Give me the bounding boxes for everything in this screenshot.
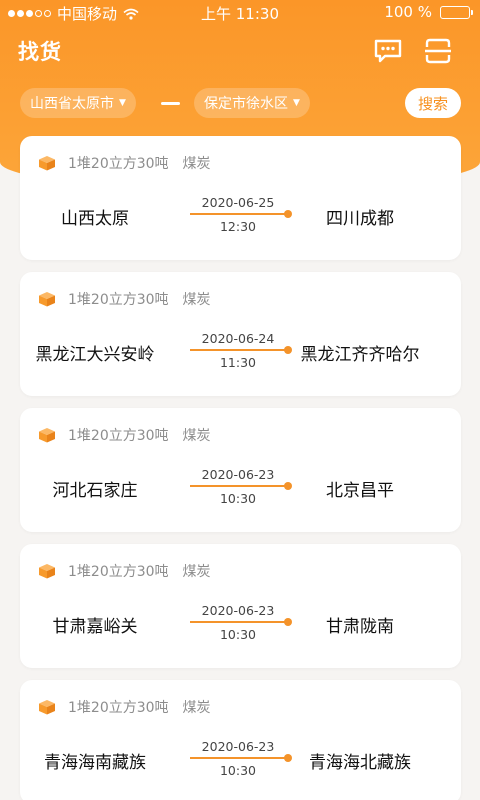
pickup-time: 10:30 <box>219 763 257 778</box>
cargo-spec: 1堆20立方30吨 <box>68 428 169 444</box>
battery-icon <box>440 5 473 19</box>
origin-city: 山西太原 <box>61 209 129 229</box>
order-card[interactable]: 1堆20立方30吨 煤炭 河北石家庄 2020-06-23 10:30 北京昌平 <box>20 408 461 532</box>
cargo-type: 煤炭 <box>182 564 211 580</box>
pickup-date: 2020-06-25 <box>201 195 275 210</box>
origin-city: 黑龙江大兴安岭 <box>35 345 155 365</box>
destination-city: 黑龙江齐齐哈尔 <box>300 345 420 365</box>
order-card[interactable]: 1堆20立方30吨 煤炭 青海海南藏族 2020-06-23 10:30 青海海… <box>20 680 461 800</box>
search-button[interactable]: 搜索 <box>405 88 461 118</box>
pickup-time: 11:30 <box>219 355 257 370</box>
status-bar: 中国移动 上午 11:30 100 % <box>0 0 480 24</box>
route-line <box>190 349 287 351</box>
caret-down-icon: ▼ <box>293 98 300 108</box>
cargo-spec: 1堆20立方30吨 <box>68 700 169 716</box>
pickup-date: 2020-06-24 <box>201 331 275 346</box>
destination-city: 北京昌平 <box>326 481 394 501</box>
origin-city: 甘肃嘉峪关 <box>52 617 138 637</box>
route-line <box>190 213 287 215</box>
destination-city: 四川成都 <box>326 209 394 229</box>
pickup-date: 2020-06-23 <box>201 467 275 482</box>
origin-city: 青海海南藏族 <box>44 753 146 773</box>
destination-city-select[interactable]: 保定市徐水区 ▼ <box>194 88 310 118</box>
cargo-info: 1堆20立方30吨 煤炭 <box>38 289 211 309</box>
origin-city-label: 山西省太原市 <box>30 96 114 112</box>
box-icon <box>39 564 55 579</box>
cargo-spec: 1堆20立方30吨 <box>68 156 169 172</box>
pickup-date: 2020-06-23 <box>201 603 275 618</box>
pickup-time: 10:30 <box>219 491 257 506</box>
box-icon <box>39 292 55 307</box>
route-dash <box>161 102 180 105</box>
pickup-time: 10:30 <box>219 627 257 642</box>
cargo-spec: 1堆20立方30吨 <box>68 564 169 580</box>
message-icon[interactable] <box>374 38 402 64</box>
page-title: 找货 <box>18 40 62 64</box>
caret-down-icon: ▼ <box>119 98 126 108</box>
pickup-date: 2020-06-23 <box>201 739 275 754</box>
route-line <box>190 757 287 759</box>
cargo-type: 煤炭 <box>182 428 211 444</box>
cargo-info: 1堆20立方30吨 煤炭 <box>38 425 211 445</box>
destination-city-label: 保定市徐水区 <box>204 96 288 112</box>
box-icon <box>39 156 55 171</box>
cargo-info: 1堆20立方30吨 煤炭 <box>38 697 211 717</box>
destination-city: 甘肃陇南 <box>326 617 394 637</box>
pickup-time: 12:30 <box>219 219 257 234</box>
scan-icon[interactable] <box>424 38 452 64</box>
origin-city-select[interactable]: 山西省太原市 ▼ <box>20 88 136 118</box>
cargo-info: 1堆20立方30吨 煤炭 <box>38 561 211 581</box>
route-line <box>190 621 287 623</box>
order-list: 1堆20立方30吨 煤炭 山西太原 2020-06-25 12:30 四川成都 … <box>20 136 461 800</box>
battery-percent: 100 % <box>384 3 432 21</box>
cargo-spec: 1堆20立方30吨 <box>68 292 169 308</box>
cargo-type: 煤炭 <box>182 700 211 716</box>
box-icon <box>39 700 55 715</box>
destination-city: 青海海北藏族 <box>309 753 411 773</box>
cargo-type: 煤炭 <box>182 292 211 308</box>
order-card[interactable]: 1堆20立方30吨 煤炭 甘肃嘉峪关 2020-06-23 10:30 甘肃陇南 <box>20 544 461 668</box>
route-line <box>190 485 287 487</box>
cargo-info: 1堆20立方30吨 煤炭 <box>38 153 211 173</box>
cargo-type: 煤炭 <box>182 156 211 172</box>
origin-city: 河北石家庄 <box>52 481 138 501</box>
order-card[interactable]: 1堆20立方30吨 煤炭 山西太原 2020-06-25 12:30 四川成都 <box>20 136 461 260</box>
order-card[interactable]: 1堆20立方30吨 煤炭 黑龙江大兴安岭 2020-06-24 11:30 黑龙… <box>20 272 461 396</box>
status-right: 100 % <box>384 3 473 21</box>
box-icon <box>39 428 55 443</box>
